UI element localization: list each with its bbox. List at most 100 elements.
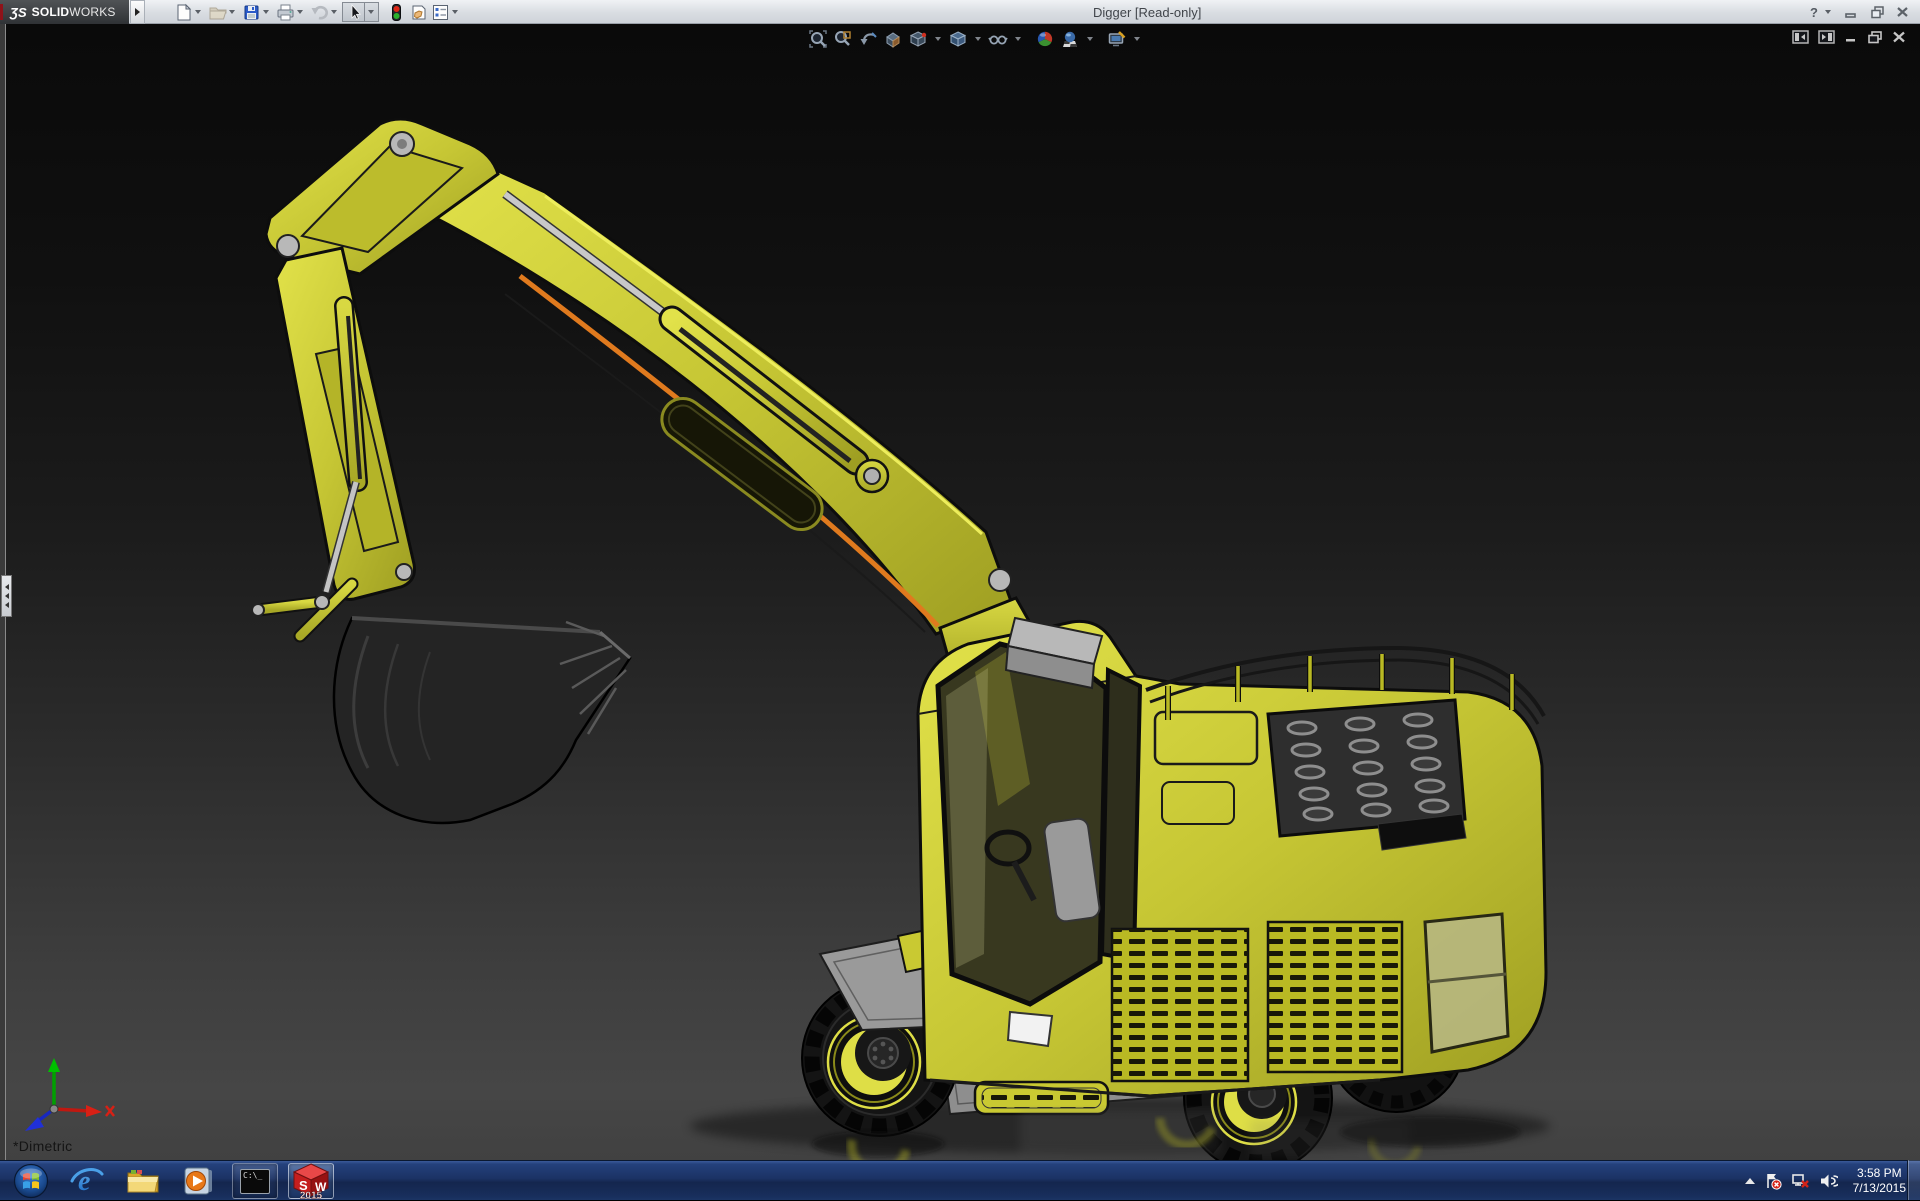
display-style-button[interactable] bbox=[946, 28, 970, 50]
folder-icon bbox=[127, 1170, 159, 1193]
restore-icon bbox=[1870, 6, 1884, 19]
clock[interactable]: 3:58 PM 7/13/2015 bbox=[1853, 1166, 1906, 1196]
select-dropdown[interactable] bbox=[364, 3, 377, 21]
menu-flyout-button[interactable] bbox=[130, 0, 145, 24]
start-button[interactable] bbox=[8, 1163, 54, 1199]
undo-button[interactable] bbox=[308, 2, 330, 22]
solidworks-2015-button[interactable]: S W 2015 bbox=[288, 1163, 334, 1199]
solidworks-logo-glyph: ƷS bbox=[10, 4, 27, 20]
apply-scene-dropdown[interactable] bbox=[1087, 37, 1093, 41]
command-prompt-button[interactable]: C:\_ bbox=[232, 1163, 278, 1199]
save-dropdown[interactable] bbox=[263, 10, 269, 14]
show-desktop-button[interactable] bbox=[1907, 1160, 1920, 1200]
standard-toolbar bbox=[172, 2, 463, 22]
display-style-dropdown[interactable] bbox=[975, 37, 981, 41]
minimize-button[interactable] bbox=[1840, 3, 1862, 21]
view-settings-button[interactable] bbox=[1105, 28, 1129, 50]
media-player-button[interactable] bbox=[176, 1163, 222, 1199]
doc-restore-button[interactable] bbox=[1867, 30, 1883, 44]
apply-scene-icon bbox=[1063, 31, 1077, 47]
collapse-arrow-icon bbox=[4, 602, 9, 608]
clock-date: 7/13/2015 bbox=[1852, 1181, 1906, 1195]
hide-show-items-button[interactable] bbox=[986, 28, 1010, 50]
file-properties-button[interactable] bbox=[407, 2, 429, 22]
doc-close-icon bbox=[1893, 31, 1905, 43]
print-dropdown[interactable] bbox=[297, 10, 303, 14]
view-orientation-icon bbox=[909, 31, 927, 47]
next-pane-button[interactable] bbox=[1818, 30, 1835, 44]
zoom-to-fit-icon bbox=[809, 30, 827, 48]
previous-pane-icon bbox=[1792, 30, 1809, 44]
restore-button[interactable] bbox=[1866, 3, 1888, 21]
zoom-to-area-button[interactable] bbox=[831, 28, 855, 50]
window-title: Digger [Read-only] bbox=[1093, 5, 1202, 20]
undo-icon bbox=[311, 5, 328, 20]
undo-dropdown[interactable] bbox=[331, 10, 337, 14]
open-dropdown[interactable] bbox=[229, 10, 235, 14]
internet-explorer-icon: e bbox=[70, 1166, 104, 1197]
zoom-to-area-icon bbox=[835, 31, 851, 46]
flyout-arrow-icon bbox=[135, 8, 140, 16]
collapse-arrow-icon bbox=[4, 584, 9, 590]
digger-model[interactable] bbox=[0, 24, 1920, 1160]
apply-scene-button[interactable] bbox=[1058, 28, 1082, 50]
previous-view-button[interactable] bbox=[856, 28, 880, 50]
solidworks-logo: ƷS SOLID WORKS bbox=[0, 0, 129, 24]
edit-appearance-button[interactable] bbox=[1033, 28, 1057, 50]
brand-text-works: WORKS bbox=[69, 5, 116, 19]
action-center-icon[interactable] bbox=[1764, 1172, 1782, 1190]
display-style-icon bbox=[949, 31, 967, 47]
boom-arm[interactable] bbox=[424, 148, 1044, 676]
window-controls: ? bbox=[1808, 0, 1914, 24]
view-orientation-button[interactable] bbox=[906, 28, 930, 50]
next-pane-icon bbox=[1818, 30, 1835, 44]
doc-close-button[interactable] bbox=[1892, 30, 1906, 44]
volume-icon[interactable] bbox=[1819, 1172, 1838, 1190]
save-icon bbox=[244, 5, 258, 19]
hide-show-items-dropdown[interactable] bbox=[1015, 37, 1021, 41]
select-cursor-icon bbox=[351, 3, 362, 20]
view-orientation-dropdown[interactable] bbox=[935, 37, 941, 41]
dipper-arm[interactable] bbox=[251, 246, 416, 643]
new-dropdown[interactable] bbox=[195, 10, 201, 14]
network-error-icon[interactable] bbox=[1791, 1172, 1810, 1190]
start-orb-icon bbox=[13, 1163, 49, 1199]
new-document-button[interactable] bbox=[172, 2, 194, 22]
sw-year: 2015 bbox=[300, 1191, 323, 1200]
eyeglasses-icon bbox=[988, 35, 1008, 45]
graphics-viewport[interactable]: *Dimetric bbox=[0, 24, 1920, 1160]
close-button[interactable] bbox=[1892, 3, 1914, 21]
print-button[interactable] bbox=[274, 2, 296, 22]
doc-minimize-icon bbox=[1846, 39, 1855, 42]
internet-explorer-button[interactable]: e bbox=[64, 1163, 110, 1199]
view-settings-dropdown[interactable] bbox=[1134, 37, 1140, 41]
brand-red-accent bbox=[0, 4, 3, 20]
feature-manager-collapsed-tab[interactable] bbox=[1, 575, 12, 617]
options-button[interactable] bbox=[429, 2, 451, 22]
boom-apex[interactable] bbox=[264, 117, 500, 276]
help-dropdown[interactable] bbox=[1825, 10, 1831, 14]
bucket[interactable] bbox=[332, 616, 632, 825]
doc-minimize-button[interactable] bbox=[1844, 30, 1858, 44]
windows-explorer-button[interactable] bbox=[120, 1163, 166, 1199]
save-button[interactable] bbox=[240, 2, 262, 22]
zoom-to-fit-button[interactable] bbox=[806, 28, 830, 50]
brand-text-solid: SOLID bbox=[31, 5, 70, 19]
help-button[interactable]: ? bbox=[1808, 5, 1820, 20]
show-hidden-icons-button[interactable] bbox=[1744, 1178, 1755, 1184]
x-axis-label bbox=[105, 1105, 115, 1117]
file-properties-icon bbox=[412, 5, 425, 19]
machine-body[interactable] bbox=[916, 616, 1548, 1116]
previous-pane-button[interactable] bbox=[1792, 30, 1809, 44]
options-dropdown[interactable] bbox=[452, 10, 458, 14]
open-button[interactable] bbox=[206, 2, 228, 22]
document-window-controls bbox=[1792, 30, 1906, 44]
color-sphere-icon bbox=[1037, 31, 1053, 47]
rebuild-traffic-light-icon bbox=[391, 3, 401, 21]
previous-view-icon bbox=[860, 32, 877, 45]
orientation-triad[interactable] bbox=[14, 1054, 124, 1134]
select-button[interactable] bbox=[342, 2, 379, 22]
rebuild-button[interactable] bbox=[385, 2, 407, 22]
section-view-button[interactable] bbox=[881, 28, 905, 50]
title-bar: ƷS SOLID WORKS Digger [Read-only] ? bbox=[0, 0, 1920, 24]
